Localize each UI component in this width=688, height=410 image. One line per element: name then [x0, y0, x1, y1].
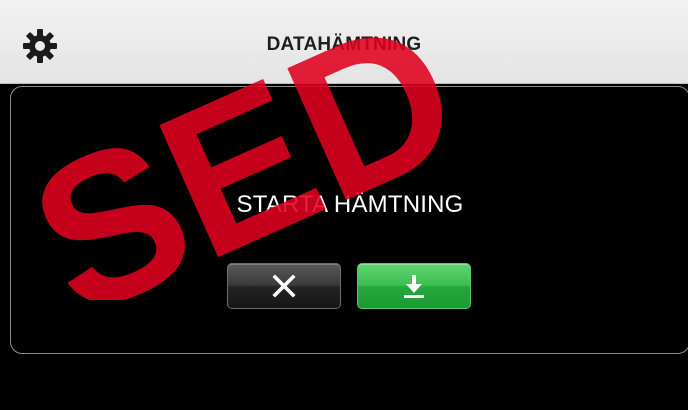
download-icon — [404, 275, 424, 298]
dialog-message: STARTA HÄMTNING — [236, 191, 464, 218]
screen: DATAHÄMTNING STARTA HÄMTNING SED — [0, 0, 688, 410]
close-icon — [272, 274, 296, 298]
download-dialog: STARTA HÄMTNING — [10, 86, 688, 354]
cancel-button[interactable] — [227, 263, 341, 309]
header-bar: DATAHÄMTNING — [0, 0, 688, 84]
page-title: DATAHÄMTNING — [266, 34, 422, 55]
download-button[interactable] — [357, 263, 471, 309]
